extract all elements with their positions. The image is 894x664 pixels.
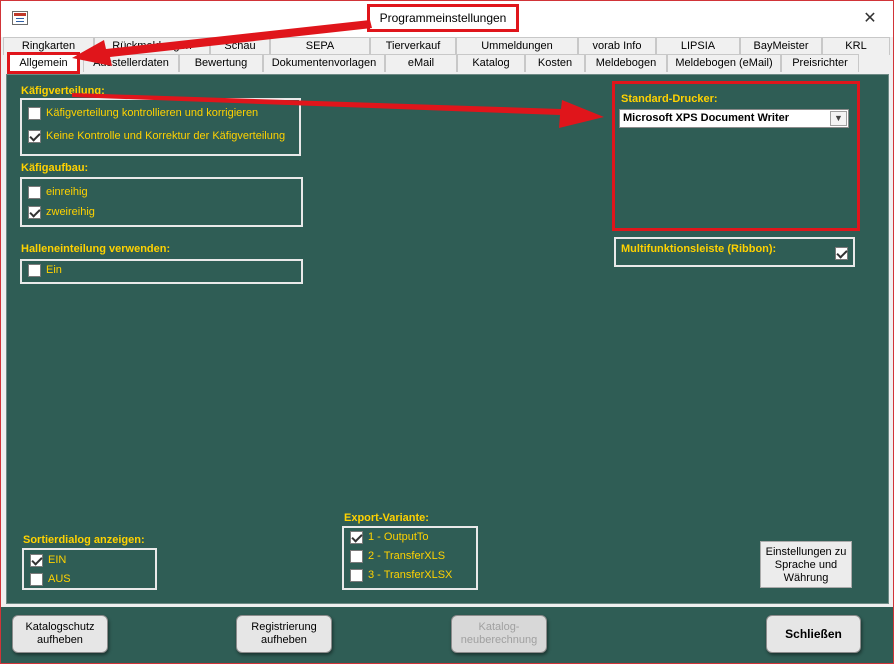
tab-baymeister[interactable]: BayMeister (740, 37, 822, 55)
button-label-line: Währung (783, 572, 829, 584)
option-label: EIN (48, 554, 67, 566)
tab-sepa[interactable]: SEPA (270, 37, 370, 55)
language-currency-settings-button[interactable]: Einstellungen zu Sprache und Währung (760, 541, 852, 588)
checkbox[interactable] (30, 553, 43, 567)
tab-krl[interactable]: KRL (822, 37, 890, 55)
tab-ausstellerdaten[interactable]: Ausstellerdaten (83, 54, 179, 72)
schliessen-button[interactable]: Schließen (766, 615, 861, 653)
tab-rueckmeldungen[interactable]: Rückmeldungen (94, 37, 210, 55)
kaefigverteilung-option-1[interactable]: Käfigverteilung kontrollieren und korrig… (28, 105, 258, 121)
tab-strip: Ringkarten Rückmeldungen Schau SEPA Tier… (1, 37, 893, 74)
sortierdialog-option-aus[interactable]: AUS (30, 571, 71, 587)
tab-ummeldungen[interactable]: Ummeldungen (456, 37, 578, 55)
button-label-line: Katalog- (478, 621, 520, 633)
ribbon-checkbox[interactable] (835, 247, 848, 260)
sortierdialog-option-ein[interactable]: EIN (30, 552, 66, 568)
general-settings-panel: Käfigverteilung: Käfigverteilung kontrol… (6, 74, 889, 604)
close-icon[interactable]: ✕ (853, 7, 887, 31)
export-option-1[interactable]: 1 - OutputTo (350, 529, 429, 545)
option-label: 3 - TransferXLSX (368, 569, 453, 581)
export-title: Export-Variante: (344, 512, 429, 524)
katalogschutz-aufheben-button[interactable]: Katalogschutz aufheben (12, 615, 108, 653)
tab-allgemein[interactable]: Allgemein (7, 52, 80, 74)
tab-meldebogen-email[interactable]: Meldebogen (eMail) (667, 54, 781, 72)
button-label-line: Einstellungen zu (765, 546, 847, 558)
tab-row-2: Ausstellerdaten Bewertung Dokumentenvorl… (3, 54, 859, 72)
checkbox[interactable] (350, 549, 363, 563)
button-label-line: Katalogschutz (25, 621, 95, 633)
registrierung-aufheben-button[interactable]: Registrierung aufheben (236, 615, 332, 653)
option-label: 2 - TransferXLS (368, 550, 446, 562)
button-label-line: Sprache und (774, 559, 838, 571)
kaefigaufbau-option-1[interactable]: einreihig (28, 184, 88, 200)
option-label: Käfigverteilung kontrollieren und korrig… (46, 107, 259, 119)
option-label: zweireihig (46, 206, 95, 218)
printer-dropdown-value: Microsoft XPS Document Writer (623, 112, 790, 124)
tab-lipsia[interactable]: LIPSIA (656, 37, 740, 55)
tab-email[interactable]: eMail (385, 54, 457, 72)
option-label: AUS (48, 573, 71, 585)
tab-bewertung[interactable]: Bewertung (179, 54, 263, 72)
kaefigverteilung-title: Käfigverteilung: (21, 85, 105, 97)
tab-schau[interactable]: Schau (210, 37, 270, 55)
checkbox[interactable] (28, 129, 41, 143)
printer-dropdown[interactable]: Microsoft XPS Document Writer ▼ (619, 109, 849, 128)
title-bar: Programmeinstellungen ✕ (1, 1, 893, 37)
kaefigaufbau-option-2[interactable]: zweireihig (28, 204, 95, 220)
tab-vorab-info[interactable]: vorab Info (578, 37, 656, 55)
katalog-neuberechnung-button[interactable]: Katalog- neuberechnung (451, 615, 547, 653)
option-label: 1 - OutputTo (368, 531, 429, 543)
sortierdialog-title: Sortierdialog anzeigen: (23, 534, 145, 546)
checkbox[interactable] (28, 185, 41, 199)
button-label-line: Registrierung (251, 621, 317, 633)
window-title: Programmeinstellungen (367, 4, 519, 32)
tab-kosten[interactable]: Kosten (525, 54, 585, 72)
chevron-down-icon[interactable]: ▼ (830, 111, 847, 126)
tab-dokumentenvorlagen[interactable]: Dokumentenvorlagen (263, 54, 385, 72)
tab-row-1: Ringkarten Rückmeldungen Schau SEPA Tier… (3, 37, 890, 55)
kaefigverteilung-option-2[interactable]: Keine Kontrolle und Korrektur der Käfigv… (28, 128, 285, 144)
checkbox[interactable] (350, 568, 363, 582)
tab-preisrichter[interactable]: Preisrichter (781, 54, 859, 72)
button-label-line: aufheben (37, 634, 83, 646)
option-label: Keine Kontrolle und Korrektur der Käfigv… (46, 130, 286, 142)
tab-tierverkauf[interactable]: Tierverkauf (370, 37, 456, 55)
halleneinteilung-box (20, 259, 303, 284)
settings-window: Programmeinstellungen ✕ Ringkarten Rückm… (0, 0, 894, 664)
checkbox[interactable] (28, 106, 41, 120)
export-option-2[interactable]: 2 - TransferXLS (350, 548, 445, 564)
halleneinteilung-title: Halleneinteilung verwenden: (21, 243, 171, 255)
export-option-3[interactable]: 3 - TransferXLSX (350, 567, 452, 583)
access-form-icon (12, 11, 28, 25)
checkbox[interactable] (28, 263, 41, 277)
tab-meldebogen[interactable]: Meldebogen (585, 54, 667, 72)
button-label-line: neuberechnung (460, 634, 538, 646)
option-label: Ein (46, 264, 62, 276)
kaefigaufbau-title: Käfigaufbau: (21, 162, 89, 174)
tab-katalog[interactable]: Katalog (457, 54, 525, 72)
halleneinteilung-option-1[interactable]: Ein (28, 262, 62, 278)
option-label: einreihig (46, 186, 88, 198)
bottom-button-bar: Katalogschutz aufheben Registrierung auf… (1, 607, 893, 663)
standard-drucker-title: Standard-Drucker: (621, 93, 718, 105)
checkbox[interactable] (30, 572, 43, 586)
checkbox[interactable] (350, 530, 363, 544)
ribbon-title: Multifunktionsleiste (Ribbon): (621, 243, 777, 255)
checkbox[interactable] (28, 205, 41, 219)
button-label-line: aufheben (261, 634, 307, 646)
